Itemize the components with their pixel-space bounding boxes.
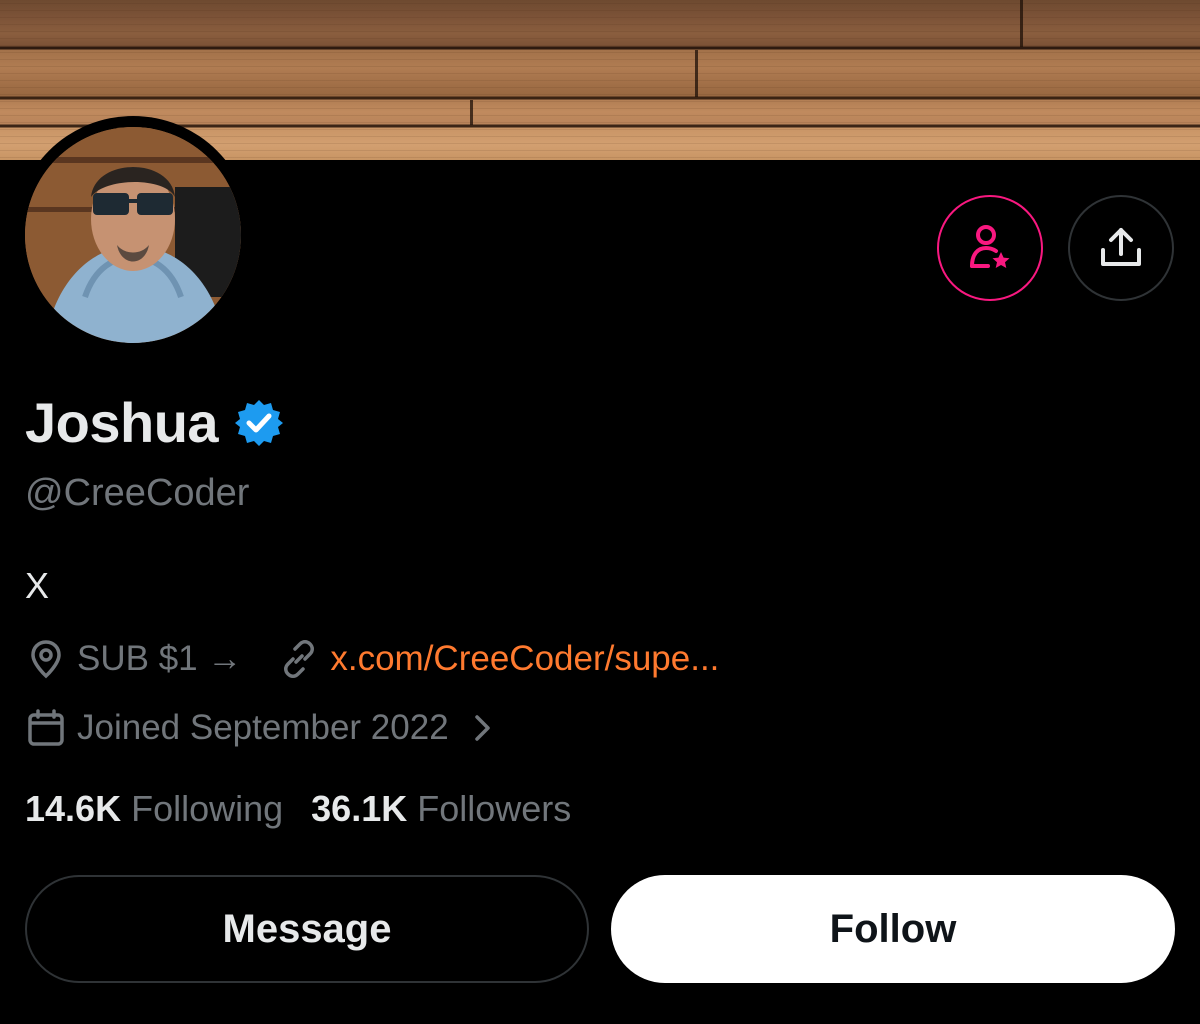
share-icon bbox=[1101, 228, 1141, 266]
subscribe-button[interactable] bbox=[937, 195, 1043, 301]
profile-handle: @CreeCoder bbox=[25, 472, 250, 514]
followers-label: Followers bbox=[417, 788, 572, 829]
profile-name-row: Joshua bbox=[25, 390, 284, 455]
following-stat[interactable]: 14.6K Following bbox=[25, 788, 283, 830]
website-link[interactable]: x.com/CreeCoder/supe... bbox=[330, 639, 719, 679]
followers-stat[interactable]: 36.1K Followers bbox=[311, 788, 571, 830]
profile-bio: X bbox=[25, 565, 50, 606]
location-text: SUB $1 → bbox=[77, 639, 243, 678]
chevron-right-icon bbox=[461, 707, 503, 749]
link-icon bbox=[278, 638, 320, 680]
avatar[interactable] bbox=[25, 127, 241, 343]
profile-meta-row: SUB $1 → x.com/CreeCoder/supe... bbox=[25, 638, 719, 680]
profile-name: Joshua bbox=[25, 391, 219, 454]
follow-button[interactable]: Follow bbox=[611, 875, 1175, 983]
following-label: Following bbox=[131, 788, 284, 829]
message-button[interactable]: Message bbox=[25, 875, 589, 983]
location-pin-icon bbox=[25, 638, 67, 680]
verified-badge-icon[interactable] bbox=[234, 398, 284, 448]
joined-row[interactable]: Joined September 2022 bbox=[25, 707, 503, 749]
share-button[interactable] bbox=[1068, 195, 1174, 301]
profile-stats: 14.6K Following 36.1K Followers bbox=[25, 788, 571, 830]
avatar-photo bbox=[25, 127, 241, 343]
following-count: 14.6K bbox=[25, 788, 122, 829]
followers-count: 36.1K bbox=[311, 788, 408, 829]
calendar-icon bbox=[25, 707, 67, 749]
person-star-icon bbox=[970, 225, 1010, 268]
joined-text: Joined September 2022 bbox=[77, 708, 449, 747]
